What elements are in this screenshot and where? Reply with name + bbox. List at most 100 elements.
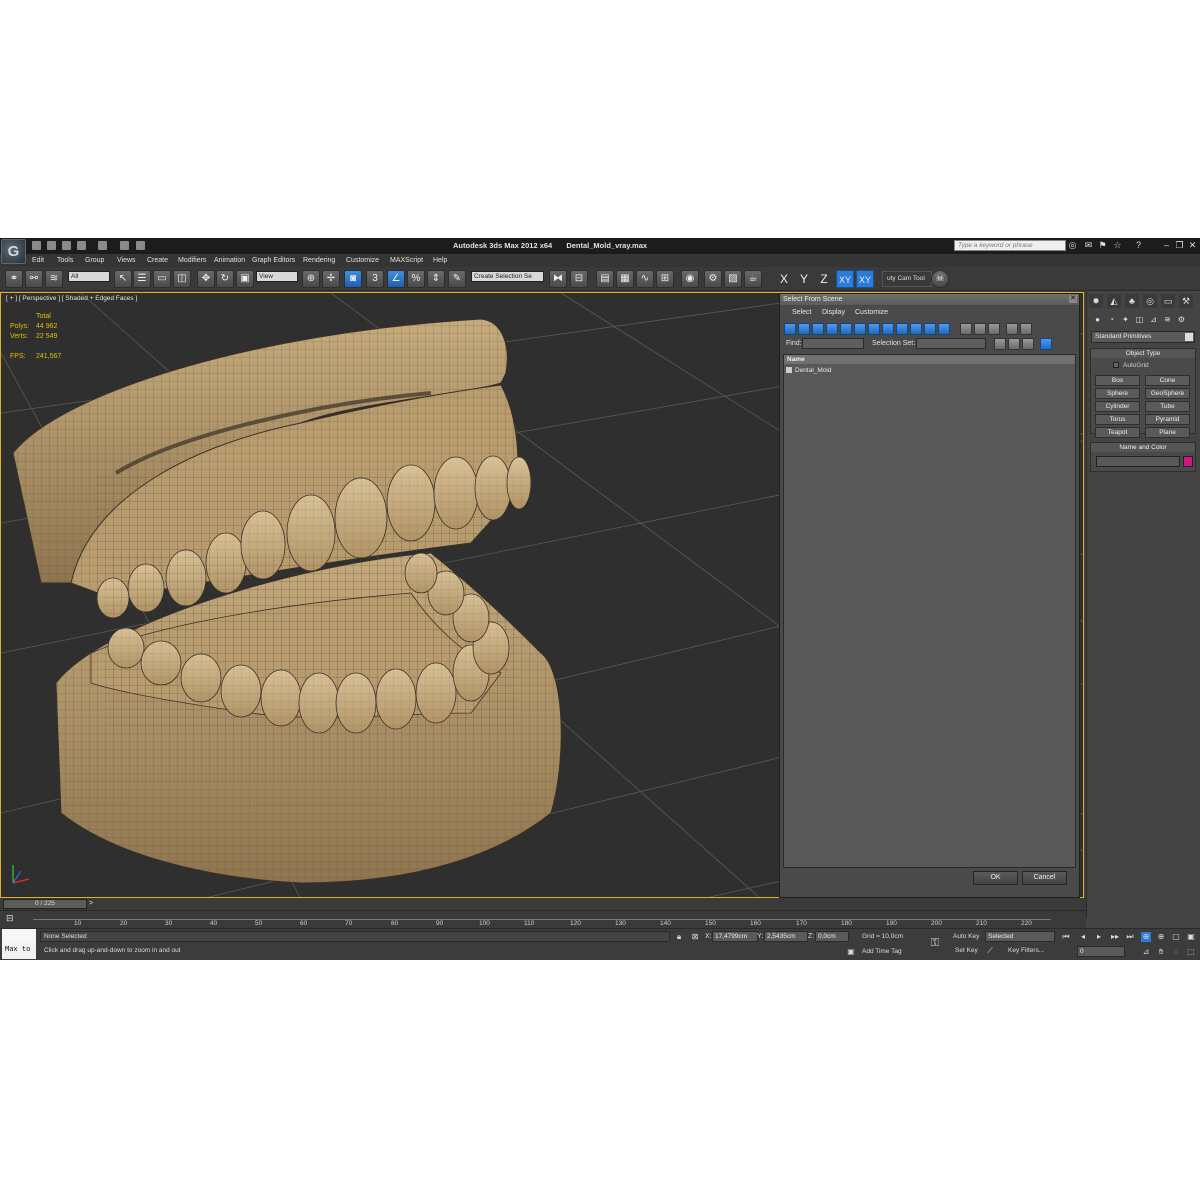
render-production-icon[interactable]: ☕ — [744, 270, 762, 288]
display-frozen-icon[interactable] — [924, 323, 936, 335]
display-xrefs-icon[interactable] — [882, 323, 894, 335]
systems-icon[interactable]: ⚙ — [1176, 314, 1187, 325]
set-key-button[interactable]: Set Key — [955, 947, 978, 954]
display-tab-icon[interactable]: ▭ — [1161, 294, 1175, 308]
menu-modifiers[interactable]: Modifiers — [178, 257, 206, 264]
select-children-icon[interactable] — [994, 338, 1006, 350]
auto-key-button[interactable]: Auto Key — [953, 933, 979, 940]
maxscript-listener[interactable]: Max to — [2, 929, 36, 959]
select-manipulate-icon[interactable]: ✢ — [322, 270, 340, 288]
display-geometry-icon[interactable] — [784, 323, 796, 335]
select-object-icon[interactable]: ↖ — [114, 270, 132, 288]
menu-graph-editors[interactable]: Graph Editors — [252, 257, 295, 264]
box-button[interactable]: Box — [1095, 375, 1140, 386]
menu-tools[interactable]: Tools — [57, 257, 73, 264]
object-color-swatch[interactable] — [1183, 456, 1193, 467]
project-folder-icon[interactable] — [136, 241, 145, 250]
display-groups-icon[interactable] — [868, 323, 880, 335]
cylinder-button[interactable]: Cylinder — [1095, 401, 1140, 412]
app-logo-icon[interactable]: G — [1, 239, 26, 264]
bind-space-warp-icon[interactable]: ≋ — [45, 270, 63, 288]
favorites-icon[interactable]: ☆ — [1113, 241, 1122, 250]
close-icon[interactable]: ✕ — [1188, 241, 1197, 250]
camera-tool-button[interactable]: uty Cam Tool — [882, 271, 932, 287]
x-coord-input[interactable]: 17,4799cm — [712, 931, 758, 942]
align-icon[interactable]: ⊟ — [570, 270, 588, 288]
restore-icon[interactable]: ❐ — [1175, 241, 1184, 250]
play-icon[interactable]: ▸ — [1094, 932, 1104, 942]
new-file-icon[interactable] — [32, 241, 41, 250]
ok-button[interactable]: OK — [973, 871, 1018, 885]
modify-tab-icon[interactable]: ◭ — [1107, 294, 1121, 308]
selection-filter-dropdown[interactable]: All — [68, 271, 110, 282]
y-coord-input[interactable]: 2,5435cm — [764, 931, 808, 942]
object-type-title[interactable]: Object Type — [1091, 349, 1195, 358]
utilities-tab-icon[interactable]: ⚒ — [1179, 294, 1193, 308]
teapot-button[interactable]: Teapot — [1095, 427, 1140, 438]
schematic-view-icon[interactable]: ⊞ — [656, 270, 674, 288]
field-of-view-icon[interactable]: ⊿ — [1141, 947, 1151, 957]
track-bar[interactable]: ⊟ 10 20 30 40 50 60 70 80 90 100 110 120… — [0, 910, 1086, 928]
menu-animation[interactable]: Animation — [214, 257, 245, 264]
zoom-icon[interactable]: ⊕ — [1141, 932, 1151, 942]
menu-create[interactable]: Create — [147, 257, 168, 264]
select-invert-icon[interactable] — [988, 323, 1000, 335]
minimize-icon[interactable]: – — [1162, 241, 1171, 250]
next-frame-icon[interactable]: ▸▸ — [1110, 932, 1120, 942]
plane-button[interactable]: Plane — [1145, 427, 1190, 438]
dialog-title[interactable]: Select From Scene — [780, 294, 1079, 305]
menu-rendering[interactable]: Rendering — [303, 257, 335, 264]
dialog-close-icon[interactable]: ✕ — [1069, 295, 1077, 303]
restrict-plane-cycle-button[interactable]: XY — [856, 270, 874, 288]
angle-snap-icon[interactable]: ∠ — [387, 270, 405, 288]
geometry-icon[interactable]: ● — [1092, 314, 1103, 325]
select-none-icon[interactable] — [974, 323, 986, 335]
lights-icon[interactable]: ✦ — [1120, 314, 1131, 325]
frame-ruler[interactable] — [33, 911, 1051, 920]
restrict-y-button[interactable]: Y — [795, 270, 813, 288]
select-dependents-icon[interactable] — [1008, 338, 1020, 350]
maximize-viewport-icon[interactable]: ⬚ — [1186, 947, 1196, 957]
display-hidden-icon[interactable] — [938, 323, 950, 335]
rectangular-selection-icon[interactable]: ▭ — [153, 270, 171, 288]
spinner-snap-icon[interactable]: ⇕ — [427, 270, 445, 288]
link-icon[interactable]: ⚭ — [5, 270, 23, 288]
transform-mode-icon[interactable]: ⊠ — [690, 932, 700, 942]
key-filter-dropdown[interactable]: Selected — [985, 931, 1055, 942]
name-and-color-title[interactable]: Name and Color — [1091, 443, 1195, 452]
geosphere-button[interactable]: GeoSphere — [1145, 388, 1190, 399]
dialog-menu-customize[interactable]: Customize — [855, 309, 888, 316]
ribbon-icon[interactable]: ▦ — [616, 270, 634, 288]
scene-object-list[interactable]: Name Dental_Mold — [783, 354, 1076, 868]
torus-button[interactable]: Torus — [1095, 414, 1140, 425]
lock-selection-icon[interactable]: 🔒︎ — [674, 932, 684, 942]
find-input[interactable] — [802, 338, 864, 349]
create-tab-icon[interactable]: ✸ — [1089, 294, 1103, 308]
material-editor-icon[interactable]: ◉ — [681, 270, 699, 288]
mirror-icon[interactable]: ⧓ — [549, 270, 567, 288]
time-slider-thumb[interactable]: 0 / 225 — [3, 899, 87, 909]
menu-help[interactable]: Help — [433, 257, 447, 264]
keyboard-shortcut-override-icon[interactable]: ◙ — [344, 270, 362, 288]
hierarchy-tab-icon[interactable]: ♣ — [1125, 294, 1139, 308]
display-shapes-icon[interactable] — [798, 323, 810, 335]
rotate-icon[interactable]: ↻ — [216, 270, 234, 288]
communication-icon[interactable]: ⚑ — [1098, 241, 1107, 250]
key-icon[interactable]: ⚿ — [930, 938, 940, 949]
skull-script-icon[interactable]: ☠ — [931, 270, 949, 288]
named-selection-dropdown[interactable]: Create Selection Se — [471, 271, 544, 282]
help-icon[interactable]: ? — [1134, 241, 1143, 250]
zoom-all-icon[interactable]: ⊕ — [1156, 932, 1166, 942]
hold-icon[interactable] — [120, 241, 129, 250]
subscription-icon[interactable]: ✉ — [1084, 241, 1093, 250]
selection-set-dropdown[interactable] — [916, 338, 986, 349]
menu-views[interactable]: Views — [117, 257, 136, 264]
helpers-icon[interactable]: ⊿ — [1148, 314, 1159, 325]
percent-snap-icon[interactable]: % — [407, 270, 425, 288]
go-to-end-icon[interactable]: ⏭ — [1125, 932, 1135, 942]
go-to-start-icon[interactable]: ⏮ — [1061, 932, 1071, 942]
binoculars-icon[interactable]: ◎ — [1068, 241, 1077, 250]
space-warps-icon[interactable]: ≋ — [1162, 314, 1173, 325]
sort-icon[interactable] — [1020, 323, 1032, 335]
display-cameras-icon[interactable] — [826, 323, 838, 335]
